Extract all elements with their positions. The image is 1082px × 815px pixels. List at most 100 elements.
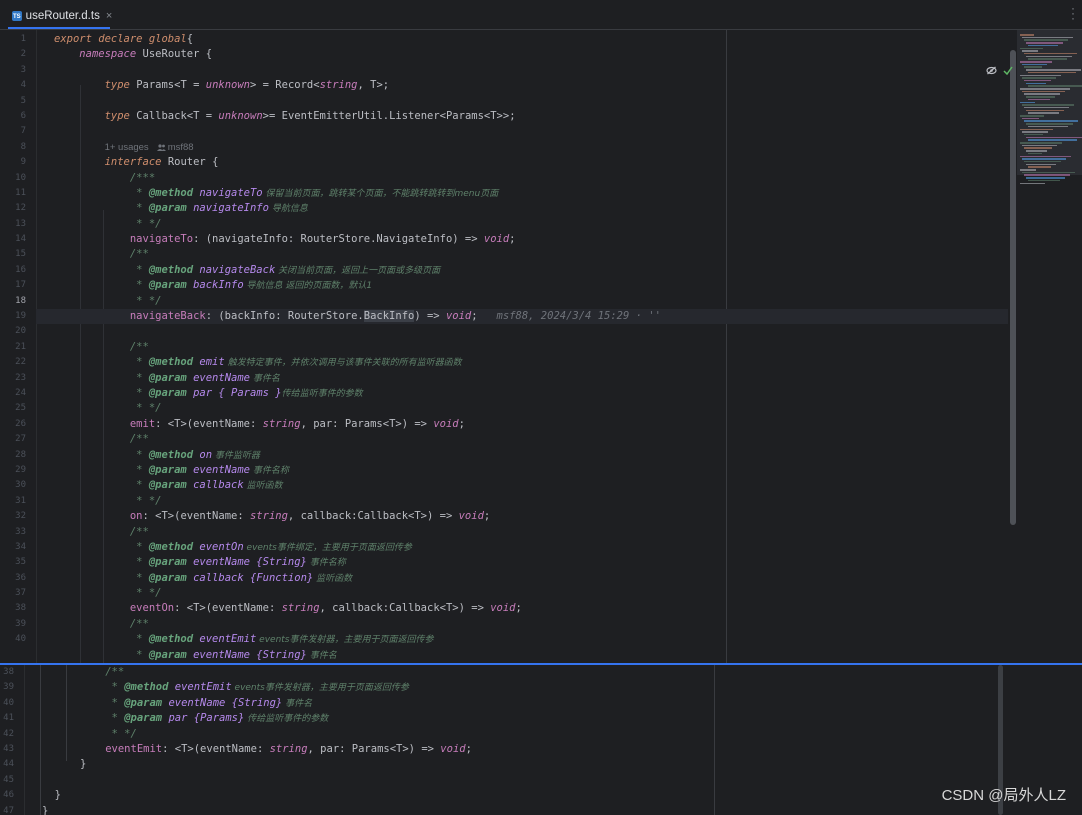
minimap-line: [1024, 160, 1061, 163]
minimap-line: [1022, 104, 1074, 106]
line-number[interactable]: 37: [0, 586, 36, 601]
line-number[interactable]: 45: [0, 773, 14, 788]
minimap-line: [1028, 71, 1076, 74]
line-number[interactable]: 39: [0, 617, 36, 632]
code-line: * @method navigateTo 保留当前页面，跳转某个页面，不能跳转跳…: [129, 186, 499, 199]
line-number[interactable]: 27: [0, 432, 36, 447]
line-number[interactable]: 7: [0, 124, 36, 139]
code-line: * @param par {Params} 传给监听事件的参数: [105, 712, 329, 725]
code-line: * @param eventName 事件名称: [129, 463, 289, 476]
line-number[interactable]: 14: [0, 232, 36, 247]
line-number[interactable]: 19: [0, 309, 36, 324]
git-blame-annotation[interactable]: msf88, 2024/3/4 15:29 · '': [497, 310, 661, 322]
line-number[interactable]: 15: [0, 247, 36, 262]
line-number[interactable]: 40: [0, 632, 36, 647]
line-number[interactable]: 8: [0, 140, 36, 155]
minimap-line: [1024, 133, 1043, 136]
line-number[interactable]: 13: [0, 217, 36, 232]
code-line: * @method navigateBack 关闭当前页面，返回上一页面或多级页…: [129, 263, 441, 276]
minimap-line: [1022, 117, 1039, 120]
line-number[interactable]: 47: [0, 804, 14, 815]
code-line: /**: [129, 433, 149, 446]
line-number[interactable]: 11: [0, 186, 36, 201]
line-number[interactable]: 18: [0, 294, 36, 309]
inspection-widget[interactable]: [986, 64, 1013, 76]
line-number[interactable]: 39: [0, 680, 14, 695]
line-number[interactable]: 9: [0, 155, 36, 170]
line-number[interactable]: 10: [0, 171, 36, 186]
indent-guide: [40, 665, 41, 815]
close-icon[interactable]: ×: [106, 10, 112, 22]
minimap-line: [1022, 36, 1073, 39]
line-number[interactable]: 6: [0, 109, 36, 124]
line-number[interactable]: 1: [0, 32, 36, 47]
minimap-line: [1026, 55, 1072, 58]
line-number[interactable]: 23: [0, 371, 36, 386]
line-number[interactable]: 4: [0, 78, 36, 93]
line-number[interactable]: 33: [0, 525, 36, 540]
code-line: navigateTo: (navigateInfo: RouterStore.N…: [129, 233, 516, 246]
line-number[interactable]: 21: [0, 340, 36, 355]
minimap[interactable]: [1016, 30, 1082, 663]
code-line: eventOn: <T>(eventName: string, callback…: [129, 602, 522, 615]
line-number[interactable]: 40: [0, 696, 14, 711]
minimap-line: [1020, 182, 1045, 184]
code-line: * */: [129, 402, 162, 415]
line-number[interactable]: 5: [0, 94, 36, 109]
line-number[interactable]: 16: [0, 263, 36, 278]
line-number[interactable]: 24: [0, 386, 36, 401]
code-area-top[interactable]: export declare global{ namespace UseRout…: [36, 32, 1008, 663]
line-number[interactable]: 38: [0, 665, 14, 680]
line-number[interactable]: 43: [0, 742, 14, 757]
line-number[interactable]: 41: [0, 711, 14, 726]
minimap-line: [1020, 101, 1035, 103]
line-number[interactable]: 25: [0, 401, 36, 416]
line-number[interactable]: 35: [0, 555, 36, 570]
line-number[interactable]: 12: [0, 201, 36, 216]
line-number[interactable]: 46: [0, 788, 14, 803]
line-number[interactable]: 42: [0, 727, 14, 742]
code-line: interface Router {: [104, 156, 219, 169]
code-line: * */: [105, 727, 137, 740]
code-line: }: [42, 804, 49, 815]
line-number[interactable]: 22: [0, 355, 36, 370]
code-line: * @param eventName 事件名: [129, 371, 280, 384]
code-line: /**: [129, 248, 149, 261]
line-number[interactable]: 34: [0, 540, 36, 555]
line-number[interactable]: 38: [0, 601, 36, 616]
line-number[interactable]: 3: [0, 63, 36, 78]
editor-pane-bottom[interactable]: 38 39 40 41 42 43 44 45 46 47 /** * @method event…: [0, 665, 1082, 815]
line-number[interactable]: 31: [0, 494, 36, 509]
line-number[interactable]: 44: [0, 757, 14, 772]
usages-inlay[interactable]: 1+ usages: [105, 142, 149, 153]
more-options-icon[interactable]: · · ·: [1070, 2, 1076, 24]
line-number[interactable]: 30: [0, 478, 36, 493]
minimap-line: [1022, 50, 1038, 52]
eye-off-icon[interactable]: [986, 66, 997, 75]
minimap-line: [1028, 112, 1059, 114]
minimap-line: [1028, 179, 1060, 182]
code-line: * */: [129, 587, 162, 600]
line-number[interactable]: 28: [0, 448, 36, 463]
code-line: * @param eventName {String} 事件名称: [129, 556, 346, 569]
line-number[interactable]: 2: [0, 47, 36, 62]
line-number[interactable]: 20: [0, 324, 36, 339]
line-number[interactable]: 17: [0, 278, 36, 293]
tab-userouter-dts[interactable]: TS useRouter.d.ts ×: [8, 4, 112, 29]
line-number[interactable]: 36: [0, 571, 36, 586]
minimap-line: [1024, 120, 1078, 122]
line-number[interactable]: 26: [0, 417, 36, 432]
minimap-line: [1024, 147, 1052, 149]
line-number[interactable]: 29: [0, 463, 36, 478]
minimap-line: [1026, 136, 1082, 139]
author-inlay[interactable]: msf88: [168, 142, 194, 153]
code-line: * @param eventName {String} 事件名: [129, 648, 337, 661]
code-area-bottom[interactable]: /** * @method eventEmit events事件发射器，主要用于…: [42, 665, 472, 815]
minimap-line: [1028, 98, 1050, 101]
minimap-line: [1028, 44, 1058, 47]
code-line: * @method on 事件监听器: [129, 448, 260, 461]
editor-pane-top[interactable]: 1 2 3 4 5 6 7 8 9 10 11 12 13 14 15 16 17 18 19 20 21 22 23 24 2…: [0, 30, 1082, 663]
minimap-line: [1022, 131, 1048, 133]
line-number[interactable]: 32: [0, 509, 36, 524]
